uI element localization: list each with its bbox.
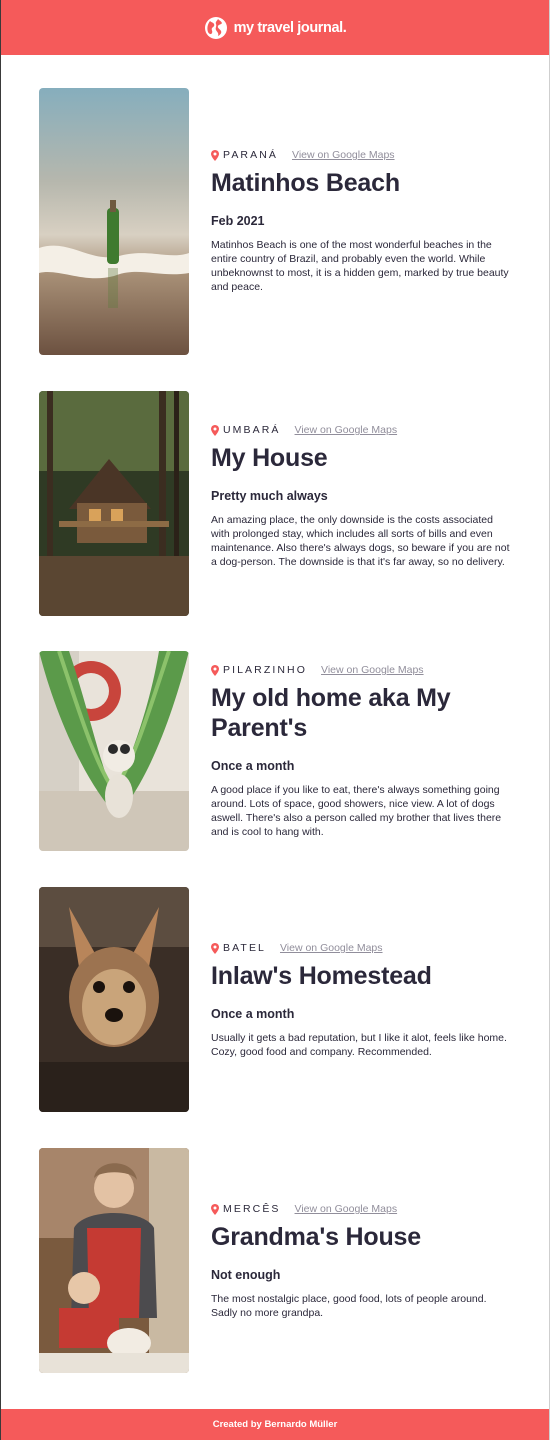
location-name: BATEL	[223, 942, 266, 954]
entry-title: My House	[211, 444, 328, 472]
entry-info: PARANÁ View on Google Maps Matinhos Beac…	[211, 148, 511, 294]
entry-info: PILARZINHO View on Google Maps My old ho…	[211, 663, 511, 839]
footer-credit: Created by Bernardo Müller	[212, 1419, 338, 1430]
location-pin-icon	[211, 664, 219, 676]
location-row: BATEL View on Google Maps	[211, 941, 511, 955]
entry-dates: Once a month	[211, 759, 295, 773]
google-maps-link[interactable]: View on Google Maps	[292, 149, 395, 161]
entry-title: Matinhos Beach	[211, 169, 400, 197]
location-name: UMBARÁ	[223, 424, 281, 436]
entry-description: The most nostalgic place, good food, lot…	[211, 1293, 487, 1319]
location-pin-icon	[211, 424, 219, 436]
entry-photo-hammock-dog	[39, 651, 189, 851]
entry-dates: Pretty much always	[211, 489, 328, 503]
entry-dates: Not enough	[211, 1268, 281, 1282]
entry-description: An amazing place, the only downside is t…	[211, 514, 510, 568]
entry-photo-house	[39, 391, 189, 616]
footer-bar: Created by Bernardo Müller	[1, 1409, 549, 1440]
entry-dates: Feb 2021	[211, 214, 265, 228]
location-name: PILARZINHO	[223, 664, 308, 676]
entry-description: Usually it gets a bad reputation, but I …	[211, 1032, 507, 1058]
entry-description: A good place if you like to eat, there's…	[211, 784, 502, 838]
location-name: MERCÊS	[223, 1203, 281, 1215]
google-maps-link[interactable]: View on Google Maps	[321, 664, 424, 676]
globe-icon	[204, 16, 227, 39]
top-bar: my travel journal.	[1, 0, 549, 55]
location-row: PILARZINHO View on Google Maps	[211, 663, 511, 677]
entry-photo-beach	[39, 88, 189, 355]
brand-title: my travel journal.	[233, 19, 347, 36]
entry-title: My old home aka My Parent's	[211, 684, 451, 742]
entry-photo-yorkie	[39, 887, 189, 1112]
google-maps-link[interactable]: View on Google Maps	[280, 942, 383, 954]
entry-dates: Once a month	[211, 1007, 295, 1021]
entry-title: Grandma's House	[211, 1223, 421, 1251]
google-maps-link[interactable]: View on Google Maps	[295, 1203, 398, 1215]
location-pin-icon	[211, 942, 219, 954]
location-row: UMBARÁ View on Google Maps	[211, 423, 511, 437]
entry-info: UMBARÁ View on Google Maps My House Pret…	[211, 423, 511, 569]
google-maps-link[interactable]: View on Google Maps	[295, 424, 398, 436]
location-row: PARANÁ View on Google Maps	[211, 148, 511, 162]
entry-title: Inlaw's Homestead	[211, 962, 432, 990]
entry-description: Matinhos Beach is one of the most wonder…	[211, 239, 509, 293]
entry-photo-grandma	[39, 1148, 189, 1373]
location-pin-icon	[211, 1203, 219, 1215]
location-name: PARANÁ	[223, 149, 278, 161]
entry-info: MERCÊS View on Google Maps Grandma's Hou…	[211, 1202, 511, 1320]
entry-info: BATEL View on Google Maps Inlaw's Homest…	[211, 941, 511, 1059]
location-row: MERCÊS View on Google Maps	[211, 1202, 511, 1216]
location-pin-icon	[211, 149, 219, 161]
